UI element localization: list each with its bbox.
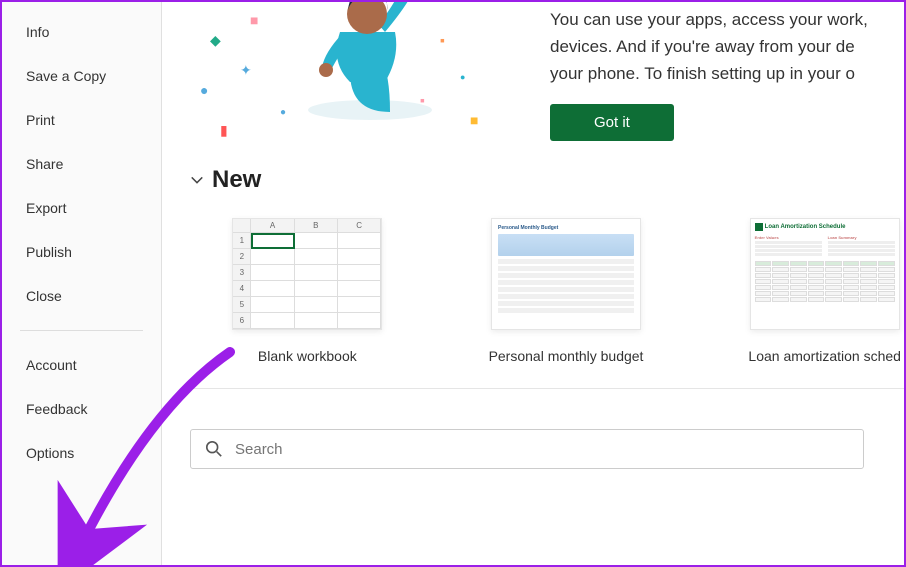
template-personal-budget[interactable]: Personal Monthly Budget Personal monthly…	[487, 218, 646, 364]
banner-text: You can use your apps, access your work,…	[550, 6, 868, 88]
banner-illustration: ◆ ■ ● ✦ ▪ ▪ ■ ▮ ● ●	[190, 2, 510, 142]
main-content: ◆ ■ ● ✦ ▪ ▪ ■ ▮ ● ● You can use your app…	[162, 2, 904, 565]
got-it-button[interactable]: Got it	[550, 104, 674, 141]
sidebar-item-feedback[interactable]: Feedback	[2, 387, 161, 431]
welcome-banner: ◆ ■ ● ✦ ▪ ▪ ■ ▮ ● ● You can use your app…	[190, 2, 904, 142]
search-icon	[205, 440, 223, 458]
sidebar-item-save-copy[interactable]: Save a Copy	[2, 54, 161, 98]
search-box[interactable]	[190, 429, 864, 469]
templates-row: A B C 1 2 3 4 5 6 Blank workbook Persona…	[190, 218, 904, 364]
template-thumbnail: Loan Amortization Schedule Enter Values …	[750, 218, 900, 330]
sidebar-item-share[interactable]: Share	[2, 142, 161, 186]
template-blank-workbook[interactable]: A B C 1 2 3 4 5 6 Blank workbook	[228, 218, 387, 364]
banner-content: You can use your apps, access your work,…	[550, 2, 868, 141]
sidebar-item-close[interactable]: Close	[2, 274, 161, 318]
sidebar-item-print[interactable]: Print	[2, 98, 161, 142]
sidebar-item-options[interactable]: Options	[2, 431, 161, 475]
template-thumbnail: Personal Monthly Budget	[491, 218, 641, 330]
sidebar: Info Save a Copy Print Share Export Publ…	[2, 2, 162, 565]
sidebar-item-export[interactable]: Export	[2, 186, 161, 230]
sidebar-item-publish[interactable]: Publish	[2, 230, 161, 274]
divider	[190, 388, 904, 389]
sidebar-item-account[interactable]: Account	[2, 343, 161, 387]
new-section-header[interactable]: New	[190, 166, 904, 194]
template-thumbnail: A B C 1 2 3 4 5 6	[232, 218, 382, 330]
template-loan-amortization[interactable]: Loan Amortization Schedule Enter Values …	[745, 218, 904, 364]
bank-icon	[755, 223, 763, 231]
person-illustration-icon	[300, 2, 440, 122]
template-label: Loan amortization sched	[748, 348, 901, 364]
search-input[interactable]	[235, 441, 849, 458]
chevron-down-icon	[190, 173, 204, 187]
template-label: Personal monthly budget	[489, 348, 644, 364]
template-label: Blank workbook	[258, 348, 357, 364]
sidebar-divider	[20, 330, 143, 331]
section-title: New	[212, 166, 261, 194]
sidebar-item-info[interactable]: Info	[2, 10, 161, 54]
